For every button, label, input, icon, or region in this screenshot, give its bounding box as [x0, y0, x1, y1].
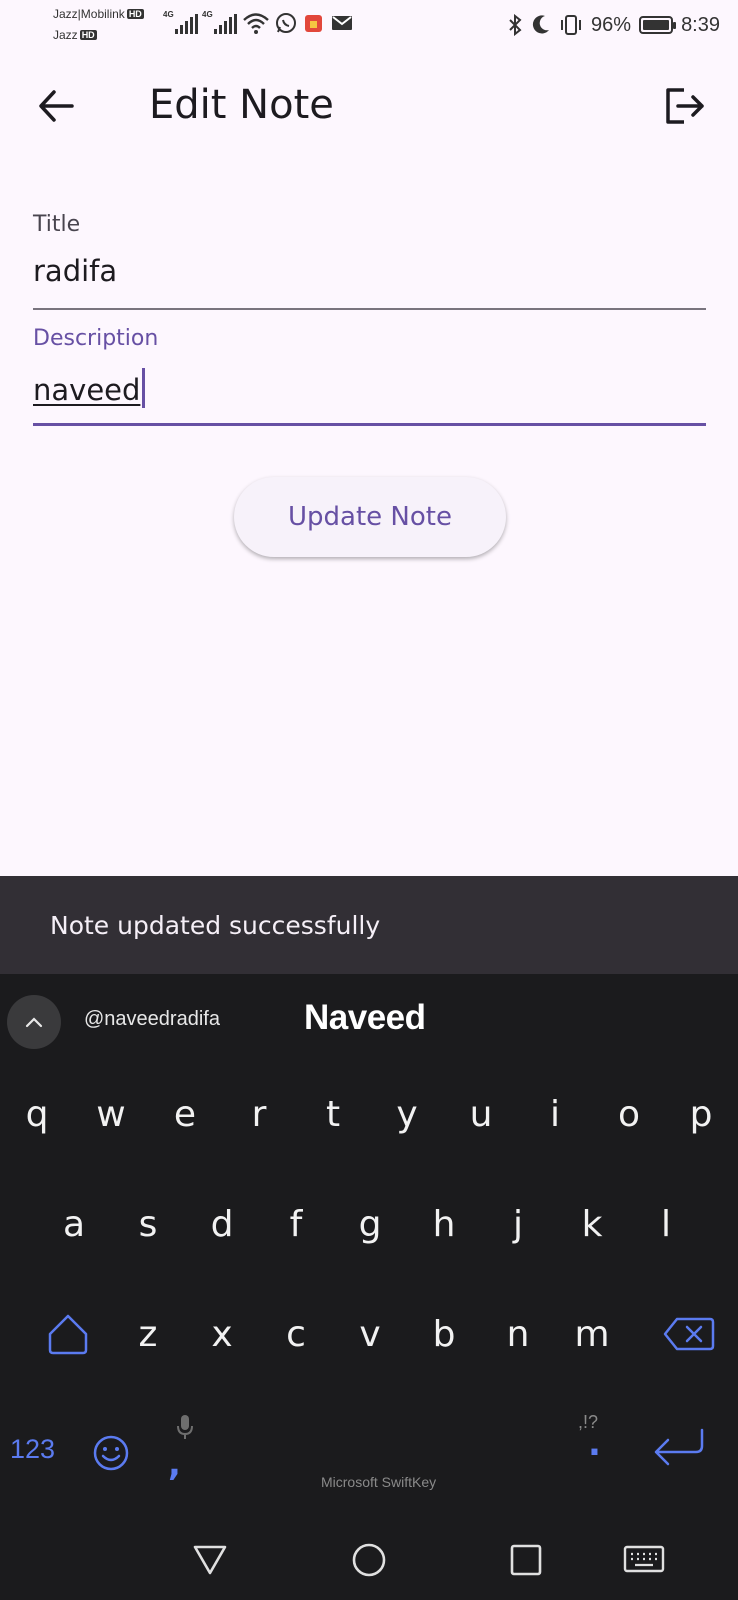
- key-h[interactable]: h: [407, 1174, 481, 1274]
- arrow-back-icon: [39, 90, 74, 122]
- home-nav-button[interactable]: [347, 1538, 391, 1582]
- key-n[interactable]: n: [481, 1284, 555, 1384]
- key-b[interactable]: b: [407, 1284, 481, 1384]
- triangle-back-icon: [193, 1545, 227, 1575]
- key-g[interactable]: g: [333, 1174, 407, 1274]
- key-m[interactable]: m: [555, 1284, 629, 1384]
- enter-key[interactable]: [650, 1424, 708, 1474]
- mail-icon: [332, 16, 352, 30]
- back-nav-button[interactable]: [188, 1538, 232, 1582]
- key-j[interactable]: j: [481, 1174, 555, 1274]
- battery-icon: [639, 16, 677, 34]
- key-k[interactable]: k: [555, 1174, 629, 1274]
- back-button[interactable]: [30, 80, 82, 132]
- logout-button[interactable]: [658, 80, 710, 132]
- carrier-secondary: Jazz HD: [53, 28, 97, 42]
- key-u[interactable]: u: [444, 1064, 518, 1164]
- key-z[interactable]: z: [111, 1284, 185, 1384]
- toolbar-expand-button[interactable]: [7, 995, 61, 1049]
- key-c[interactable]: c: [259, 1284, 333, 1384]
- backspace-icon: [663, 1317, 715, 1351]
- clock: 8:39: [681, 13, 720, 36]
- status-bar: Jazz|Mobilink HD Jazz HD 4G 4G 96% 8:39: [0, 0, 738, 50]
- key-q[interactable]: q: [0, 1064, 74, 1164]
- bluetooth-icon: [509, 14, 522, 36]
- key-d[interactable]: d: [185, 1174, 259, 1274]
- battery-percent: 96%: [591, 13, 632, 36]
- smiley-icon: [93, 1435, 129, 1471]
- description-label: Description: [33, 326, 159, 351]
- whatsapp-icon: [276, 13, 296, 33]
- period-key[interactable]: .: [588, 1424, 601, 1464]
- key-row-1: q w e r t y u i o p: [0, 1064, 738, 1164]
- description-field[interactable]: Description naveed: [33, 322, 706, 426]
- suggestion-2[interactable]: Naveed: [304, 998, 426, 1038]
- page-title: Edit Note: [149, 82, 334, 128]
- square-recents-icon: [510, 1544, 542, 1576]
- keyboard: @naveedradifa Naveed q w e r t y u i o p…: [0, 974, 738, 1600]
- backspace-key[interactable]: [640, 1284, 738, 1384]
- update-note-button[interactable]: Update Note: [234, 477, 506, 557]
- enter-icon: [654, 1428, 704, 1466]
- key-v[interactable]: v: [333, 1284, 407, 1384]
- suggestion-bar: @naveedradifa Naveed: [0, 974, 738, 1064]
- numbers-key[interactable]: 123: [10, 1434, 55, 1465]
- key-row-3: z x c v b n m: [0, 1284, 738, 1384]
- key-o[interactable]: o: [592, 1064, 666, 1164]
- chevron-up-icon: [25, 1017, 43, 1028]
- mic-icon: [176, 1414, 194, 1444]
- title-input[interactable]: radifa: [33, 254, 117, 288]
- snackbar-message: Note updated successfully: [50, 910, 381, 940]
- keyboard-brand: Microsoft SwiftKey: [321, 1474, 437, 1490]
- wifi-icon: [243, 13, 269, 34]
- shift-key[interactable]: [20, 1284, 116, 1384]
- text-cursor: [142, 368, 146, 408]
- status-icons-right: 96% 8:39: [507, 12, 720, 38]
- moon-icon: [532, 15, 550, 34]
- key-x[interactable]: x: [185, 1284, 259, 1384]
- comma-key[interactable]: ,: [168, 1444, 181, 1484]
- key-w[interactable]: w: [74, 1064, 148, 1164]
- description-input[interactable]: naveed: [33, 368, 146, 408]
- keyboard-icon: [623, 1545, 665, 1573]
- keyboard-switch-button[interactable]: [622, 1538, 666, 1582]
- key-row-2: a s d f g h j k l: [0, 1174, 738, 1274]
- key-t[interactable]: t: [296, 1064, 370, 1164]
- key-a[interactable]: a: [37, 1174, 111, 1274]
- shift-icon: [48, 1314, 88, 1355]
- app-bar: Edit Note: [0, 64, 738, 148]
- key-e[interactable]: e: [148, 1064, 222, 1164]
- status-icons-left: 4G 4G: [163, 10, 353, 34]
- emoji-key[interactable]: [92, 1434, 130, 1476]
- recents-nav-button[interactable]: [504, 1538, 548, 1582]
- logout-icon: [666, 88, 704, 124]
- carrier-primary: Jazz|Mobilink HD: [53, 7, 144, 21]
- key-i[interactable]: i: [518, 1064, 592, 1164]
- key-f[interactable]: f: [259, 1174, 333, 1274]
- app-notification-icon: [305, 15, 322, 32]
- suggestion-1[interactable]: @naveedradifa: [84, 1008, 220, 1031]
- navigation-bar: [0, 1520, 738, 1600]
- key-s[interactable]: s: [111, 1174, 185, 1274]
- title-field[interactable]: Title radifa: [33, 208, 706, 310]
- vibrate-icon: [561, 15, 582, 35]
- signal-icon: 4G: [163, 10, 198, 34]
- circle-home-icon: [352, 1543, 386, 1577]
- key-p[interactable]: p: [664, 1064, 738, 1164]
- key-l[interactable]: l: [629, 1174, 703, 1274]
- title-label: Title: [33, 212, 81, 237]
- key-y[interactable]: y: [370, 1064, 444, 1164]
- key-r[interactable]: r: [222, 1064, 296, 1164]
- signal-icon: 4G: [202, 10, 237, 34]
- snackbar: Note updated successfully: [0, 876, 738, 974]
